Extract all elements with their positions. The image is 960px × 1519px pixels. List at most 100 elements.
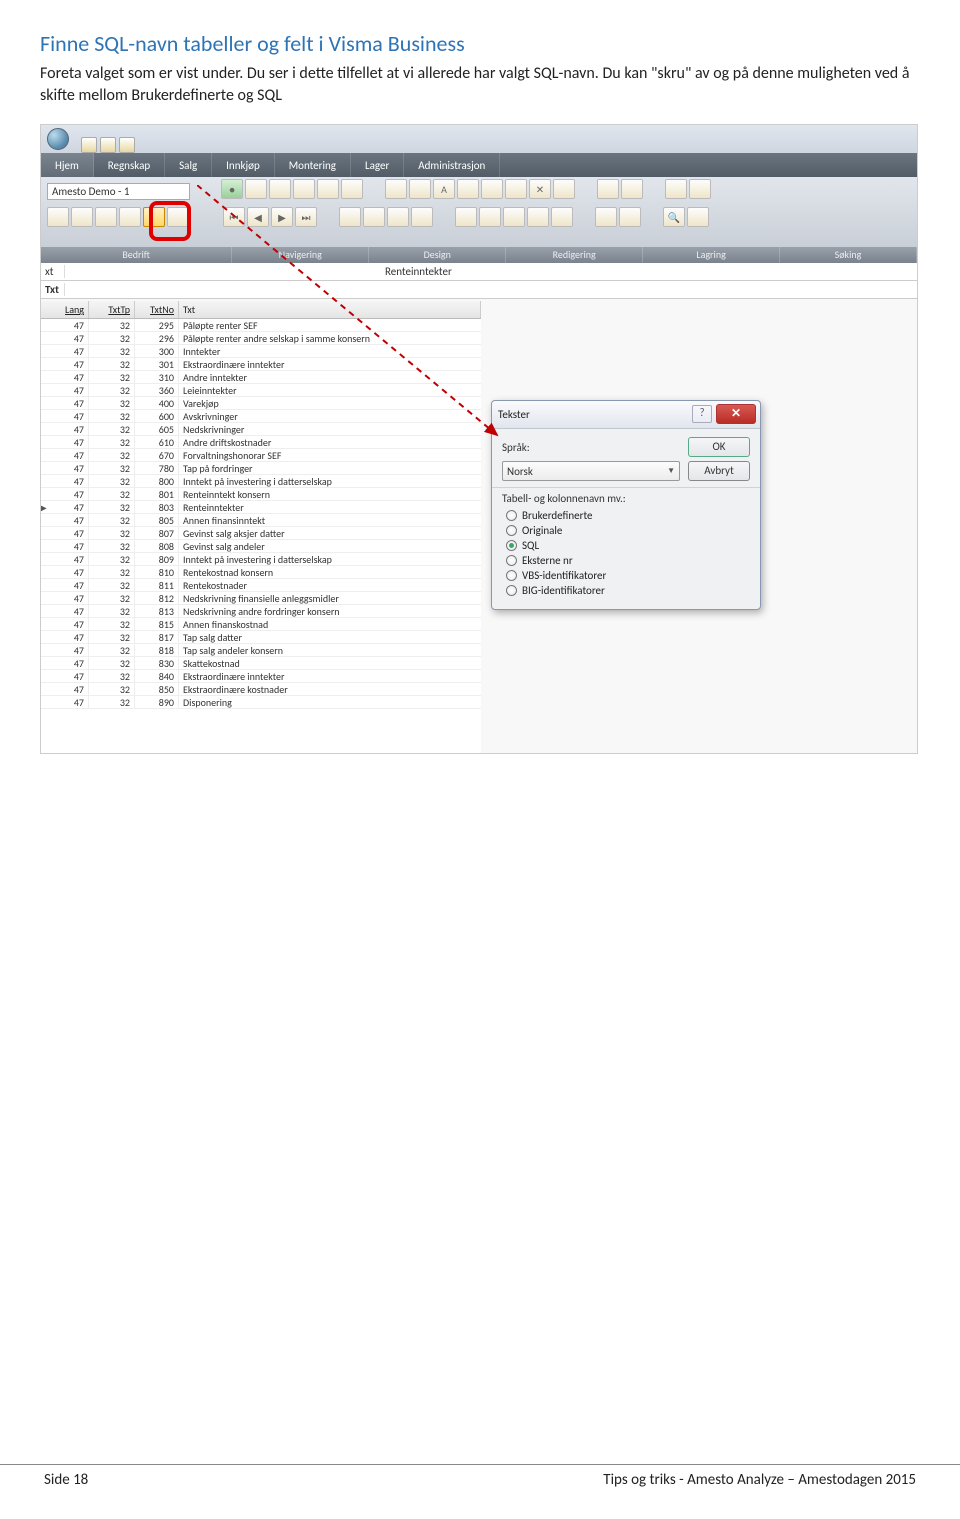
nav-first-icon[interactable]: ⏮ — [223, 207, 245, 227]
table-row[interactable]: 4732890Disponering — [41, 696, 481, 709]
table-row[interactable]: 4732815Annen finanskostnad — [41, 618, 481, 631]
table-row[interactable]: 4732840Ekstraordinære inntekter — [41, 670, 481, 683]
ok-button[interactable]: OK — [688, 437, 750, 457]
radio-option[interactable]: Brukerdefinerte — [506, 509, 750, 522]
table-row[interactable]: 4732818Tap salg andeler konsern — [41, 644, 481, 657]
toolbar-icon[interactable] — [47, 207, 69, 227]
company-selector[interactable]: Amesto Demo - 1 — [47, 183, 190, 200]
toolbar-icon[interactable] — [687, 207, 709, 227]
table-row[interactable]: 4732801Renteinntekt konsern — [41, 488, 481, 501]
table-row[interactable]: 4732610Andre driftskostnader — [41, 436, 481, 449]
ribbon-tab[interactable]: Montering — [275, 153, 351, 177]
ribbon-tab[interactable]: Administrasjon — [404, 153, 500, 177]
toolbar-icon[interactable] — [503, 207, 525, 227]
design-icon[interactable] — [409, 179, 431, 199]
nav-icon[interactable]: ● — [221, 179, 243, 199]
table-row[interactable]: 4732807Gevinst salg aksjer datter — [41, 527, 481, 540]
toolbar-icon[interactable] — [71, 207, 93, 227]
grid-column-header[interactable]: TxtTp — [89, 301, 135, 318]
radio-option[interactable]: VBS-identifikatorer — [506, 569, 750, 582]
nav-icon[interactable] — [269, 179, 291, 199]
ribbon-tab[interactable]: Lager — [351, 153, 404, 177]
toolbar-icon[interactable] — [119, 207, 141, 227]
table-row[interactable]: 4732817Tap salg datter — [41, 631, 481, 644]
design-icon[interactable]: ✕ — [529, 179, 551, 199]
ribbon-tab[interactable]: Hjem — [41, 153, 94, 177]
nav-icon[interactable] — [245, 179, 267, 199]
radio-option[interactable]: Originale — [506, 524, 750, 537]
qat-icon[interactable] — [119, 137, 135, 153]
grid-column-header[interactable]: Txt — [179, 301, 481, 318]
ribbon-tab[interactable]: Salg — [165, 153, 212, 177]
save-icon[interactable] — [665, 179, 687, 199]
toolbar-icon[interactable] — [595, 207, 617, 227]
toolbar-icon[interactable] — [95, 207, 117, 227]
table-row[interactable]: 4732813Nedskrivning andre fordringer kon… — [41, 605, 481, 618]
nav-icon[interactable] — [317, 179, 339, 199]
nav-icon[interactable] — [341, 179, 363, 199]
table-row[interactable]: 4732300Inntekter — [41, 345, 481, 358]
nav-prev-icon[interactable]: ◀ — [247, 207, 269, 227]
nav-next-icon[interactable]: ▶ — [271, 207, 293, 227]
table-row[interactable]: ▶4732803Renteinntekter — [41, 501, 481, 514]
table-row[interactable]: 4732830Skattekostnad — [41, 657, 481, 670]
ribbon-tab[interactable]: Innkjøp — [212, 153, 275, 177]
table-row[interactable]: 4732301Ekstraordinære inntekter — [41, 358, 481, 371]
toolbar-icon[interactable] — [619, 207, 641, 227]
table-row[interactable]: 4732295Påløpte renter SEF — [41, 319, 481, 332]
table-row[interactable]: 4732296Påløpte renter andre selskap i sa… — [41, 332, 481, 345]
grid-column-header[interactable]: TxtNo — [135, 301, 179, 318]
toolbar-icon[interactable] — [363, 207, 385, 227]
table-row[interactable]: 4732310Andre inntekter — [41, 371, 481, 384]
table-row[interactable]: 4732600Avskrivninger — [41, 410, 481, 423]
radio-option[interactable]: SQL — [506, 539, 750, 552]
design-icon[interactable] — [553, 179, 575, 199]
nav-icon[interactable] — [293, 179, 315, 199]
table-row[interactable]: 4732850Ekstraordinære kostnader — [41, 683, 481, 696]
nav-last-icon[interactable]: ⏭ — [295, 207, 317, 227]
table-row[interactable]: 4732810Rentekostnad konsern — [41, 566, 481, 579]
table-row[interactable]: 4732605Nedskrivninger — [41, 423, 481, 436]
toolbar-icon[interactable] — [411, 207, 433, 227]
design-icon[interactable] — [385, 179, 407, 199]
qat-icon[interactable] — [100, 137, 116, 153]
search-icon[interactable]: 🔍 — [663, 207, 685, 227]
dialog-help-button[interactable]: ? — [692, 405, 712, 423]
radio-option[interactable]: BIG-identifikatorer — [506, 584, 750, 597]
field-value: Renteinntekter — [65, 265, 452, 278]
toolbar-icon[interactable] — [339, 207, 361, 227]
ribbon-tab[interactable]: Regnskap — [94, 153, 165, 177]
table-row[interactable]: 4732808Gevinst salg andeler — [41, 540, 481, 553]
design-icon[interactable] — [481, 179, 503, 199]
grid-column-header[interactable]: Lang — [41, 301, 89, 318]
table-row[interactable]: 4732360Leieinntekter — [41, 384, 481, 397]
edit-icon[interactable] — [621, 179, 643, 199]
toolbar-icon[interactable] — [551, 207, 573, 227]
qat-icon[interactable] — [81, 137, 97, 153]
toolbar-icon[interactable] — [167, 207, 189, 227]
data-grid[interactable]: LangTxtTpTxtNoTxt 4732295Påløpte renter … — [41, 301, 481, 753]
toolbar-icon[interactable] — [387, 207, 409, 227]
design-icon[interactable] — [505, 179, 527, 199]
table-row[interactable]: 4732780Tap på fordringer — [41, 462, 481, 475]
table-row[interactable]: 4732811Rentekostnader — [41, 579, 481, 592]
toolbar-icon[interactable] — [479, 207, 501, 227]
table-row[interactable]: 4732670Forvaltningshonorar SEF — [41, 449, 481, 462]
design-icon[interactable] — [457, 179, 479, 199]
table-row[interactable]: 4732805Annen finansinntekt — [41, 514, 481, 527]
table-row[interactable]: 4732800Inntekt på investering i datterse… — [41, 475, 481, 488]
app-orb-button[interactable] — [41, 125, 75, 153]
table-row[interactable]: 4732809Inntekt på investering i datterse… — [41, 553, 481, 566]
texts-button-icon[interactable] — [143, 207, 165, 227]
cancel-button[interactable]: Avbryt — [688, 461, 750, 481]
design-icon[interactable]: A — [433, 179, 455, 199]
toolbar-icon[interactable] — [527, 207, 549, 227]
radio-option[interactable]: Eksterne nr — [506, 554, 750, 567]
dialog-close-button[interactable]: ✕ — [716, 404, 756, 424]
table-row[interactable]: 4732400Varekjøp — [41, 397, 481, 410]
toolbar-icon[interactable] — [455, 207, 477, 227]
edit-icon[interactable] — [597, 179, 619, 199]
language-dropdown[interactable]: Norsk ▼ — [502, 461, 680, 481]
table-row[interactable]: 4732812Nedskrivning finansielle anleggsm… — [41, 592, 481, 605]
save-icon[interactable] — [689, 179, 711, 199]
